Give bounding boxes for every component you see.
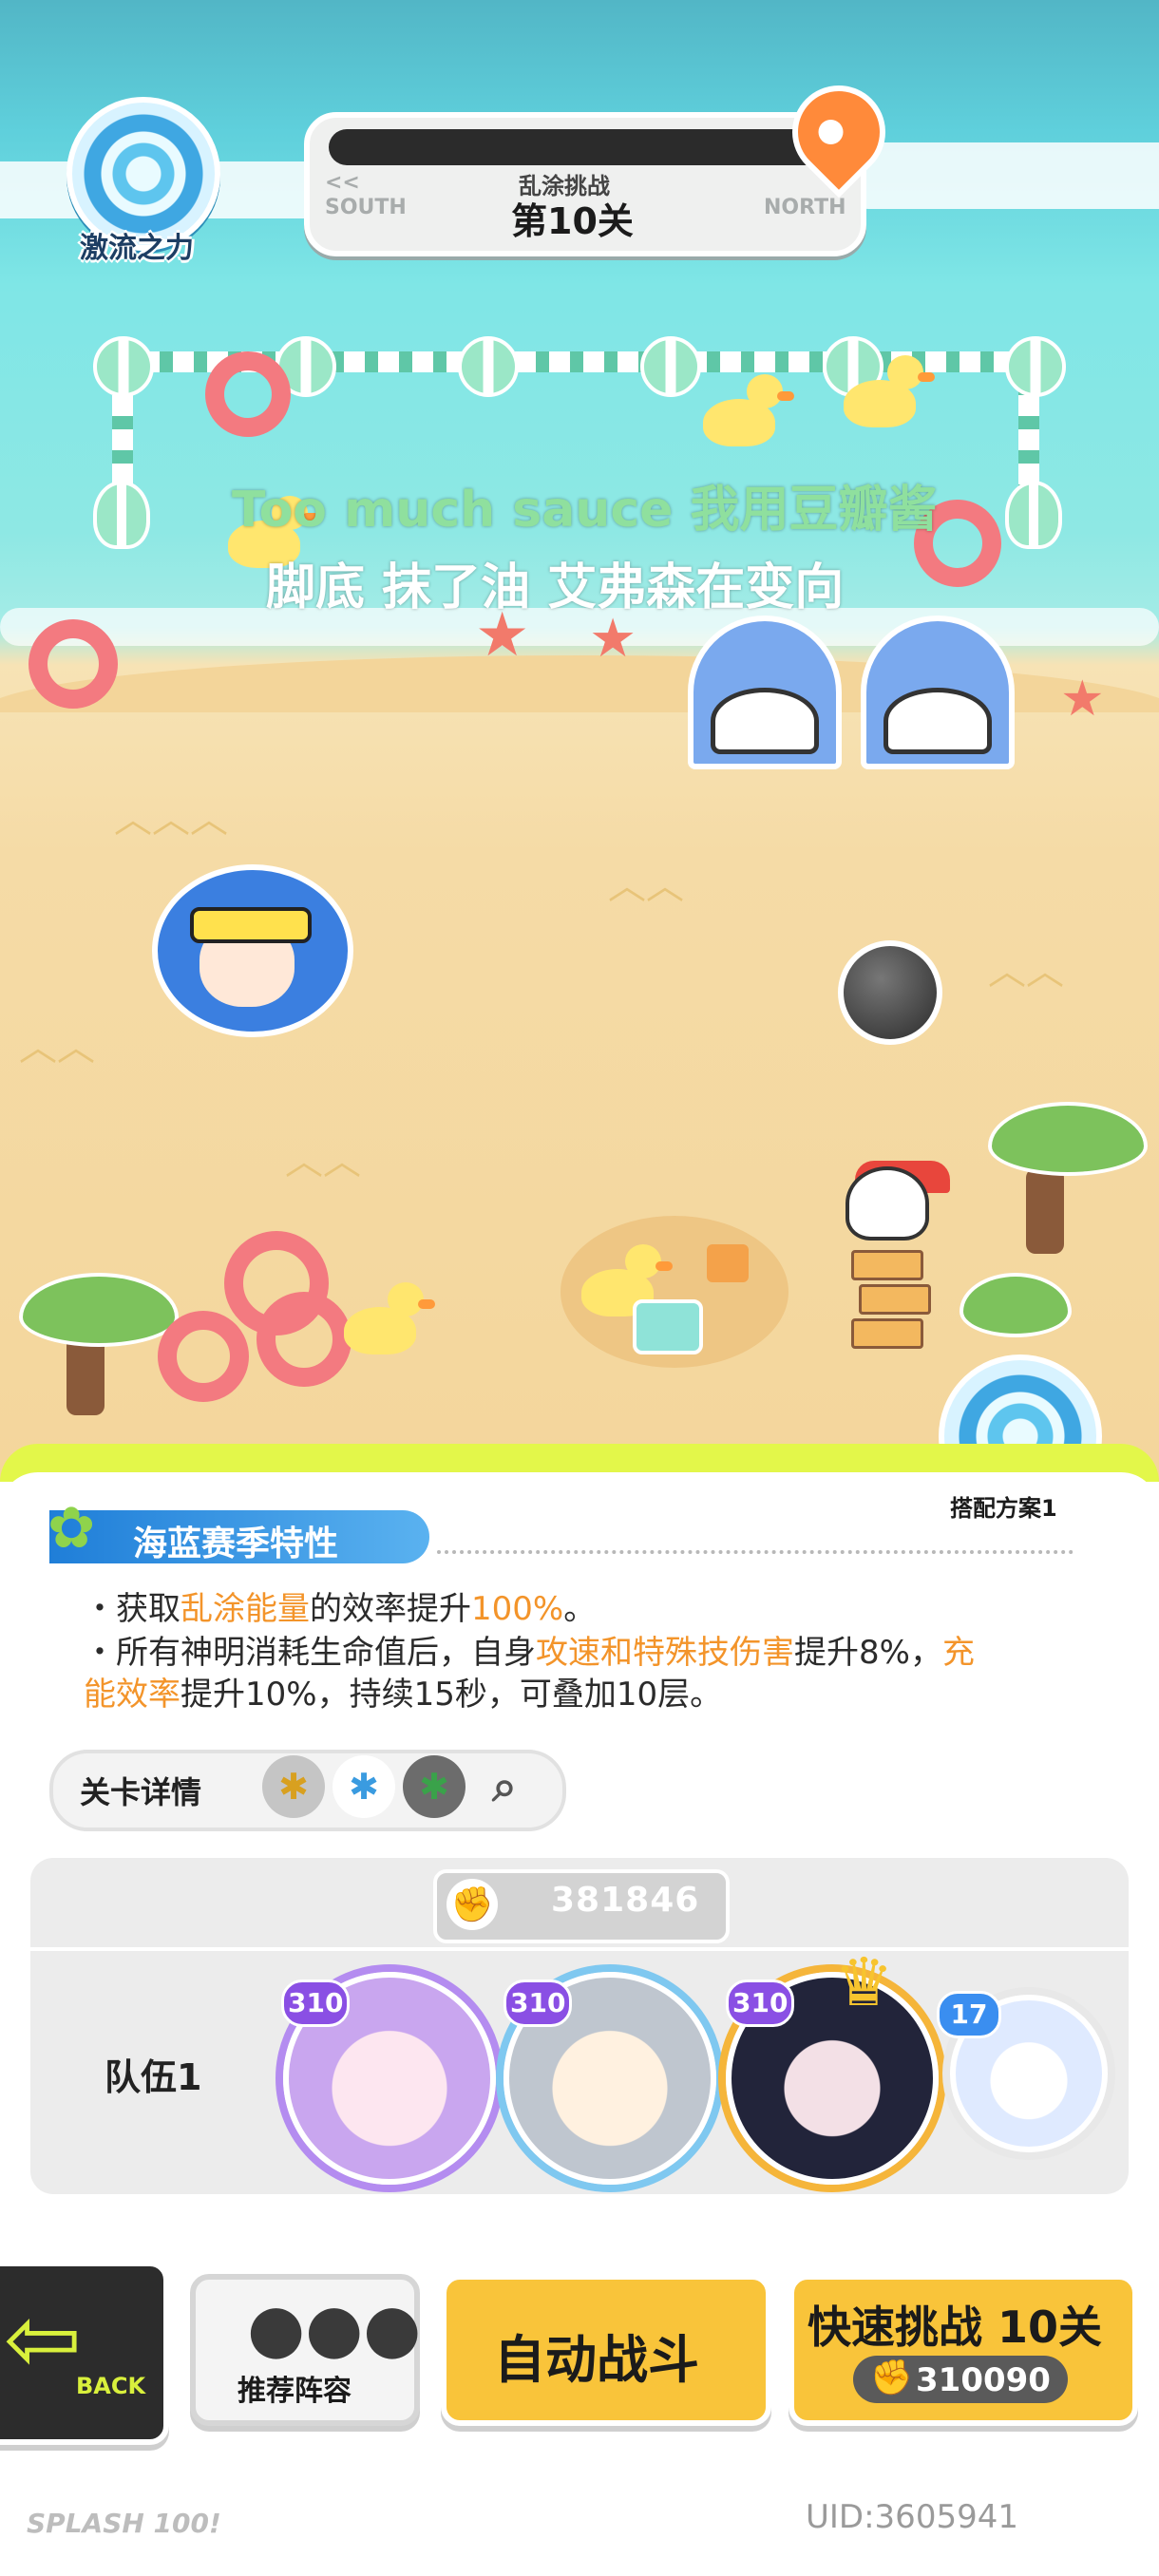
back-arrows: << <box>325 171 360 195</box>
people-icon: ●●● <box>247 2289 422 2367</box>
trait-text: ・获取 <box>84 1590 180 1628</box>
pirate-skull <box>846 1166 929 1241</box>
trait-highlight: 乱涂能量 <box>180 1590 310 1628</box>
stage-title: 第10关 <box>511 200 634 242</box>
stage-progress-panel: << SOUTH NORTH 乱涂挑战 第10关 <box>304 112 866 256</box>
sand-mark: ︿︿ <box>285 1140 361 1184</box>
player-character[interactable] <box>133 855 361 1054</box>
palm-icon: ✿ <box>48 1495 96 1562</box>
shovel <box>707 1244 749 1282</box>
fence-post <box>93 336 154 397</box>
level-badge: 310 <box>504 1979 573 2027</box>
fence-post <box>458 336 519 397</box>
magnifier-icon[interactable]: ⌕ <box>473 1755 536 1818</box>
trait-line-3: 能效率提升10%，持续15秒，可叠加10层。 <box>84 1668 722 1714</box>
combat-power-value: 381846 <box>551 1881 700 1920</box>
palm-tree <box>19 1273 179 1347</box>
trait-highlight: 攻速和特殊技伤害 <box>536 1634 794 1672</box>
trait-text: 提升10%，持续15秒，可叠加10层。 <box>180 1676 723 1714</box>
stage-details-label: 关卡详情 <box>80 1774 202 1810</box>
emblem-label: 激流之力 <box>80 232 194 265</box>
auto-battle-label: 自动战斗 <box>494 2330 699 2390</box>
loadout-label: 搭配方案1 <box>950 1495 1057 1522</box>
wave-foam <box>836 142 1159 209</box>
element-glyph: ✱ <box>278 1766 309 1808</box>
brand-logo: SPLASH 100! <box>27 2508 221 2539</box>
back-button[interactable]: ⇦ BACK <box>0 2261 169 2445</box>
trait-highlight: 充 <box>941 1634 975 1672</box>
starfish: ★ <box>1060 671 1105 728</box>
rubber-duck <box>844 355 935 427</box>
game-scene: ★ ★ ★ ︿︿︿ ︿︿ ︿︿ ︿︿ ︿︿ 激流之力 << SOUTH NORT… <box>0 0 1159 1482</box>
back-arrow-icon: ⇦ <box>4 2285 83 2394</box>
level-badge: 17 <box>937 1991 1001 2038</box>
auto-battle-button[interactable]: 自动战斗 <box>441 2274 771 2426</box>
sand-bucket <box>633 1299 703 1354</box>
recommend-label: 推荐阵容 <box>238 2375 352 2408</box>
trait-line-2: ・所有神明消耗生命值后，自身攻速和特殊技伤害提升8%，充 <box>84 1626 975 1673</box>
trait-text: 。 <box>563 1590 597 1628</box>
level-badge: 310 <box>726 1979 795 2027</box>
fence-post <box>640 336 701 397</box>
trait-text: 提升8%， <box>794 1634 942 1672</box>
bush <box>960 1273 1072 1337</box>
lyric-line-1: Too much sauce 我用豆瓣酱 <box>232 482 938 539</box>
trait-text: 的效率提升 <box>310 1590 471 1628</box>
progress-track <box>329 129 823 165</box>
sand-mark: ︿︿︿ <box>114 798 228 842</box>
yellow-splat-icon: ✱ <box>262 1755 325 1818</box>
divider <box>437 1550 1074 1554</box>
quick-challenge-label: 快速挑战 10关 <box>808 2301 1103 2353</box>
trait-line-1: ・获取乱涂能量的效率提升100%。 <box>84 1582 596 1629</box>
trait-highlight: 能效率 <box>84 1676 180 1714</box>
palm-tree <box>988 1102 1148 1176</box>
divider <box>30 1947 1129 1951</box>
blue-splat-icon: ✱ <box>332 1755 395 1818</box>
signpost <box>851 1250 923 1280</box>
swim-ring <box>205 351 291 437</box>
bomb-enemy[interactable] <box>838 940 942 1045</box>
shark-obstacle <box>861 616 1015 769</box>
fist-icon: ✊ <box>446 1879 498 1930</box>
element-glyph: ✱ <box>349 1766 379 1808</box>
season-trait-title: 海蓝赛季特性 <box>133 1525 339 1563</box>
user-id: UID:3605941 <box>806 2498 1018 2536</box>
swim-ring <box>158 1311 249 1402</box>
south-label: SOUTH <box>325 196 407 219</box>
north-label: NORTH <box>764 196 846 219</box>
trait-highlight: 100% <box>471 1590 564 1628</box>
swim-ring <box>256 1292 352 1387</box>
sand-mark: ︿︿ <box>988 950 1064 994</box>
swim-ring <box>28 619 118 709</box>
trait-text: ・所有神明消耗生命值后，自身 <box>84 1634 536 1672</box>
quick-power-value: 310090 <box>916 2361 1051 2399</box>
team-label: 队伍1 <box>104 2056 202 2098</box>
fence-post <box>93 481 150 549</box>
back-label: BACK <box>76 2373 146 2399</box>
green-splat-icon: ✱ <box>403 1755 466 1818</box>
crown-icon: ♛ <box>834 1943 894 2021</box>
level-badge: 310 <box>281 1979 351 2027</box>
signpost <box>851 1318 923 1349</box>
fist-icon: ✊ <box>870 2358 913 2397</box>
sand-mark: ︿︿ <box>608 864 684 908</box>
rubber-duck <box>703 374 794 446</box>
palm-tree <box>1026 1168 1064 1254</box>
sand-mark: ︿︿ <box>19 1026 95 1070</box>
recommend-lineup-button[interactable]: ●●● 推荐阵容 <box>190 2274 422 2426</box>
quick-challenge-button[interactable]: 快速挑战 10关 ✊ 310090 <box>788 2274 1138 2426</box>
rubber-duck <box>344 1282 435 1354</box>
lyric-line-2: 脚底 抹了油 艾弗森在变向 <box>266 559 845 616</box>
shark-obstacle <box>688 616 842 769</box>
element-glyph: ✱ <box>419 1766 449 1808</box>
signpost <box>859 1284 931 1315</box>
fence-post <box>1005 481 1062 549</box>
fence-post <box>1005 336 1066 397</box>
